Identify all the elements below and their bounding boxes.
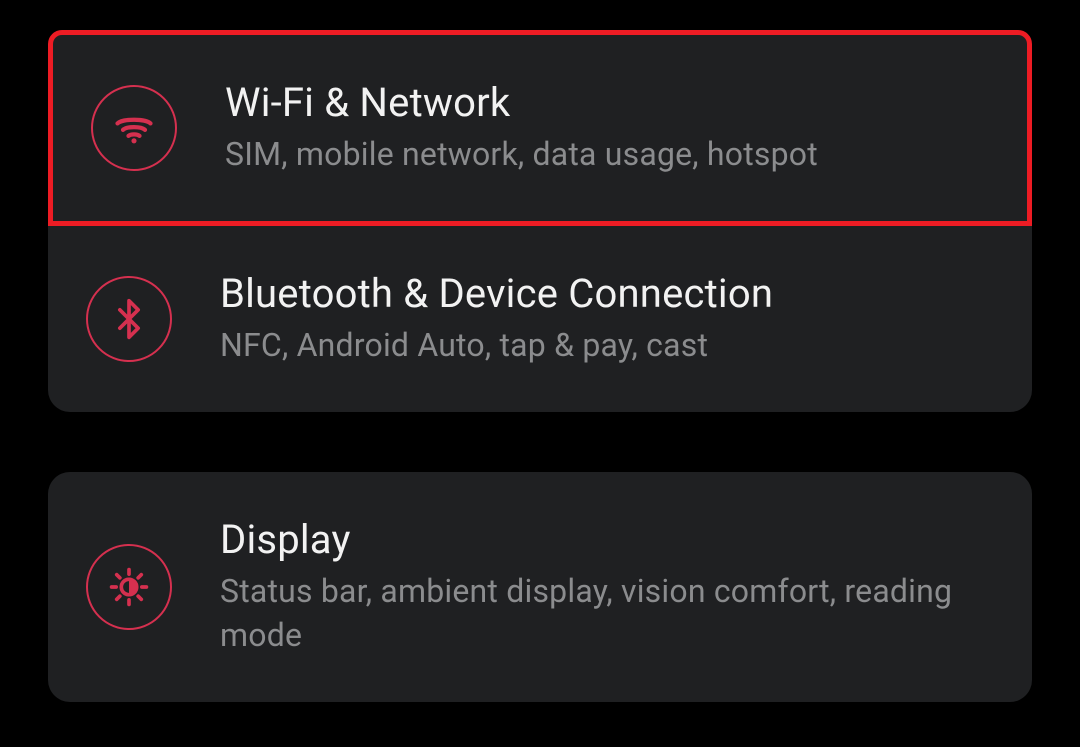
bluetooth-icon-circle: [86, 276, 172, 362]
wifi-icon: [112, 106, 156, 150]
settings-card-group-2: Display Status bar, ambient display, vis…: [48, 472, 1032, 703]
bluetooth-text-content: Bluetooth & Device Connection NFC, Andro…: [220, 270, 773, 368]
bluetooth-title: Bluetooth & Device Connection: [220, 270, 773, 317]
bluetooth-subtitle: NFC, Android Auto, tap & pay, cast: [220, 323, 773, 368]
display-text-content: Display Status bar, ambient display, vis…: [220, 516, 994, 659]
settings-row-wifi-network[interactable]: Wi-Fi & Network SIM, mobile network, dat…: [48, 30, 1032, 226]
bluetooth-icon: [107, 297, 151, 341]
display-subtitle: Status bar, ambient display, vision comf…: [220, 569, 994, 659]
settings-row-display[interactable]: Display Status bar, ambient display, vis…: [48, 472, 1032, 703]
display-icon-circle: [86, 544, 172, 630]
settings-card-group-1: Wi-Fi & Network SIM, mobile network, dat…: [48, 30, 1032, 412]
wifi-icon-circle: [91, 85, 177, 171]
wifi-title: Wi-Fi & Network: [225, 79, 818, 126]
wifi-subtitle: SIM, mobile network, data usage, hotspot: [225, 132, 818, 177]
settings-row-bluetooth-device[interactable]: Bluetooth & Device Connection NFC, Andro…: [48, 226, 1032, 412]
wifi-text-content: Wi-Fi & Network SIM, mobile network, dat…: [225, 79, 818, 177]
brightness-icon: [107, 565, 151, 609]
display-title: Display: [220, 516, 994, 563]
